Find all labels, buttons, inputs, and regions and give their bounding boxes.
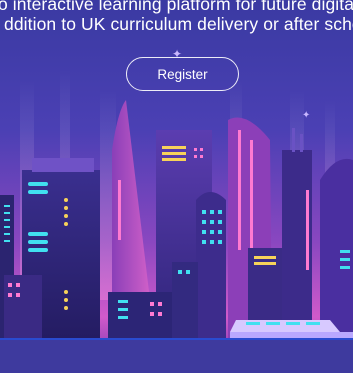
hero-tagline: o interactive learning platform for futu… — [0, 0, 353, 34]
svg-text:✦: ✦ — [302, 110, 310, 121]
city-skyline-illustration: ✦ ✦ — [0, 0, 353, 373]
tagline-line-1: o interactive learning platform for futu… — [0, 0, 353, 14]
hero-section: ✦ ✦ o interactive learning platform for … — [0, 0, 353, 373]
register-button[interactable]: Register — [126, 57, 239, 91]
ground-strip — [0, 340, 353, 373]
tagline-line-2: ddition to UK curriculum delivery or aft… — [4, 14, 353, 34]
